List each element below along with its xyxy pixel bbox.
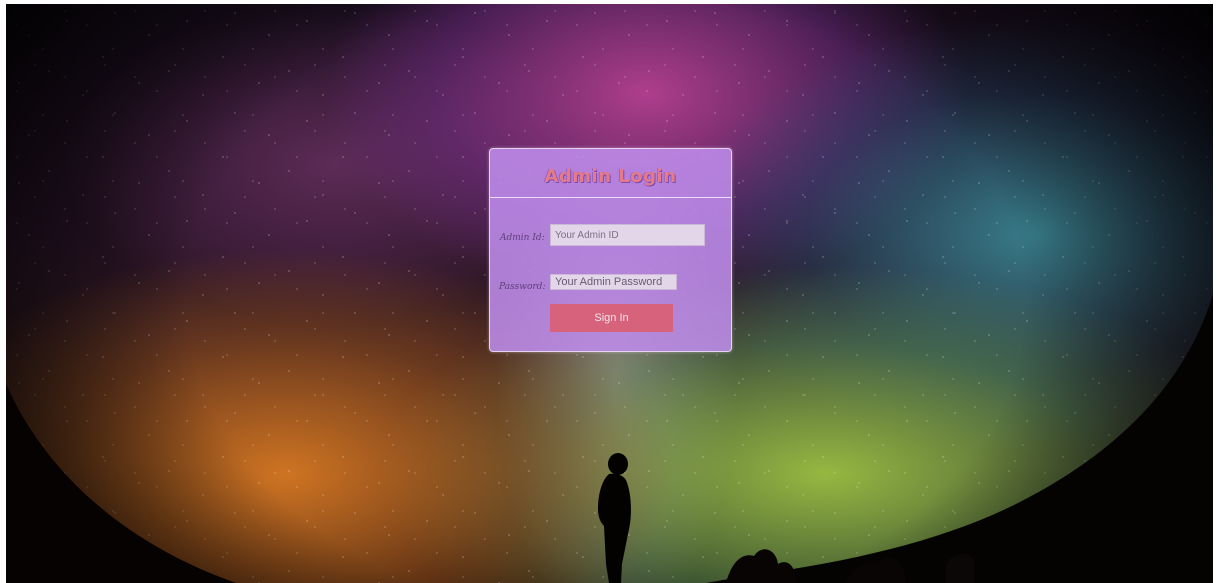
title-divider: [490, 197, 731, 198]
admin-id-label: Admin Id:: [500, 233, 545, 243]
admin-id-input[interactable]: [550, 224, 705, 246]
login-title: Admin Login: [544, 166, 677, 187]
password-input[interactable]: [550, 274, 677, 290]
login-card: Admin Login Admin Id: Password: Sign In: [489, 148, 732, 352]
sign-in-button[interactable]: Sign In: [550, 304, 673, 332]
login-page: Admin Login Admin Id: Password: Sign In: [0, 0, 1217, 583]
password-label: Password:: [499, 282, 546, 292]
